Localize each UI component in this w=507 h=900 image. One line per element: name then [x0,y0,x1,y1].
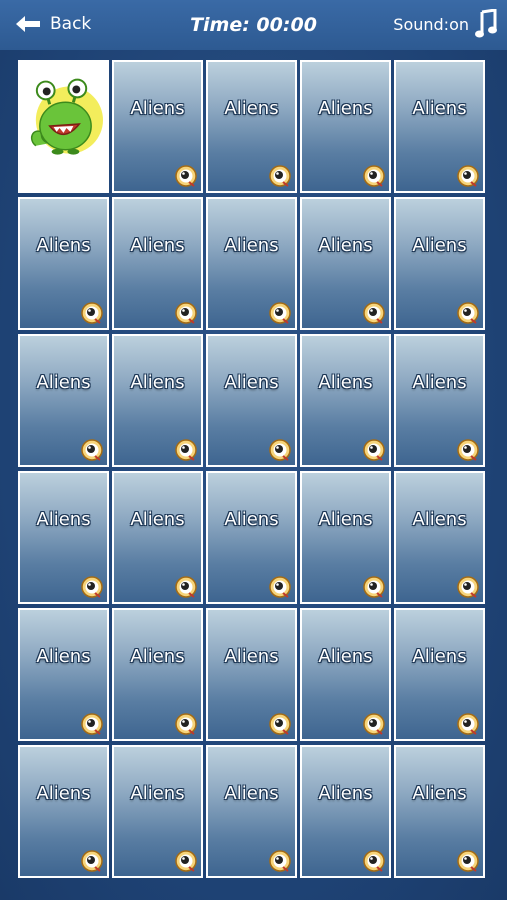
memory-card[interactable]: Aliens [206,471,297,604]
card-label: Aliens [130,372,185,393]
memory-card[interactable]: Aliens [394,60,485,193]
card-label: Aliens [412,98,467,119]
memory-card[interactable]: Aliens [300,745,391,878]
card-label: Aliens [318,235,373,256]
green-alien-icon [24,76,103,176]
card-label: Aliens [224,646,279,667]
memory-card[interactable]: Aliens [206,60,297,193]
memory-card[interactable]: Aliens [112,608,203,741]
card-label: Aliens [36,646,91,667]
memory-card[interactable]: Aliens [18,197,109,330]
card-label: Aliens [36,372,91,393]
card-label: Aliens [130,646,185,667]
memory-card[interactable]: Aliens [206,745,297,878]
card-label: Aliens [36,509,91,530]
eye-icon [363,576,385,598]
memory-card[interactable]: Aliens [18,745,109,878]
memory-card[interactable]: Aliens [300,471,391,604]
memory-card[interactable]: Aliens [394,745,485,878]
memory-card[interactable]: Aliens [394,608,485,741]
memory-card[interactable]: Aliens [112,60,203,193]
eye-icon [363,439,385,461]
sound-label: Sound:on [393,14,469,34]
eye-icon [457,713,479,735]
memory-card[interactable]: Aliens [18,334,109,467]
card-label: Aliens [130,509,185,530]
game-board: Aliens Aliens Aliens Aliens Aliens Alien… [0,50,507,900]
memory-card[interactable]: Aliens [112,197,203,330]
eye-icon [457,576,479,598]
memory-card[interactable]: Aliens [300,334,391,467]
memory-card[interactable]: Aliens [206,197,297,330]
eye-icon [175,713,197,735]
memory-card[interactable]: Aliens [112,334,203,467]
card-label: Aliens [412,509,467,530]
memory-card[interactable] [18,60,109,193]
card-label: Aliens [130,235,185,256]
card-label: Aliens [412,646,467,667]
eye-icon [81,576,103,598]
memory-card[interactable]: Aliens [18,608,109,741]
eye-icon [363,850,385,872]
eye-icon [363,302,385,324]
eye-icon [269,576,291,598]
sound-toggle[interactable]: Sound:on [393,8,497,40]
card-label: Aliens [318,783,373,804]
eye-icon [457,439,479,461]
card-label: Aliens [412,372,467,393]
card-label: Aliens [224,783,279,804]
music-note-icon [475,9,497,38]
card-label: Aliens [36,783,91,804]
eye-icon [269,713,291,735]
eye-icon [457,302,479,324]
eye-icon [81,850,103,872]
memory-card[interactable]: Aliens [394,334,485,467]
card-label: Aliens [318,98,373,119]
memory-card[interactable]: Aliens [300,197,391,330]
eye-icon [175,302,197,324]
eye-icon [269,439,291,461]
eye-icon [457,850,479,872]
memory-card[interactable]: Aliens [300,60,391,193]
card-label: Aliens [130,783,185,804]
memory-card[interactable]: Aliens [112,745,203,878]
card-label: Aliens [224,235,279,256]
card-label: Aliens [318,372,373,393]
memory-card[interactable]: Aliens [18,471,109,604]
eye-icon [175,439,197,461]
card-label: Aliens [318,509,373,530]
eye-icon [269,302,291,324]
top-bar: Back Time: 00:00 Sound:on [0,0,507,50]
card-label: Aliens [224,509,279,530]
memory-card[interactable]: Aliens [300,608,391,741]
memory-card[interactable]: Aliens [112,471,203,604]
card-label: Aliens [36,235,91,256]
memory-card[interactable]: Aliens [394,197,485,330]
eye-icon [81,439,103,461]
memory-card[interactable]: Aliens [206,334,297,467]
card-label: Aliens [412,783,467,804]
card-grid: Aliens Aliens Aliens Aliens Aliens Alien… [18,60,485,878]
eye-icon [269,165,291,187]
eye-icon [175,576,197,598]
card-label: Aliens [224,372,279,393]
eye-icon [363,165,385,187]
card-label: Aliens [318,646,373,667]
card-label: Aliens [224,98,279,119]
eye-icon [175,850,197,872]
eye-icon [269,850,291,872]
eye-icon [363,713,385,735]
card-label: Aliens [412,235,467,256]
eye-icon [457,165,479,187]
card-label: Aliens [130,98,185,119]
eye-icon [81,713,103,735]
eye-icon [175,165,197,187]
memory-card[interactable]: Aliens [206,608,297,741]
eye-icon [81,302,103,324]
memory-card[interactable]: Aliens [394,471,485,604]
